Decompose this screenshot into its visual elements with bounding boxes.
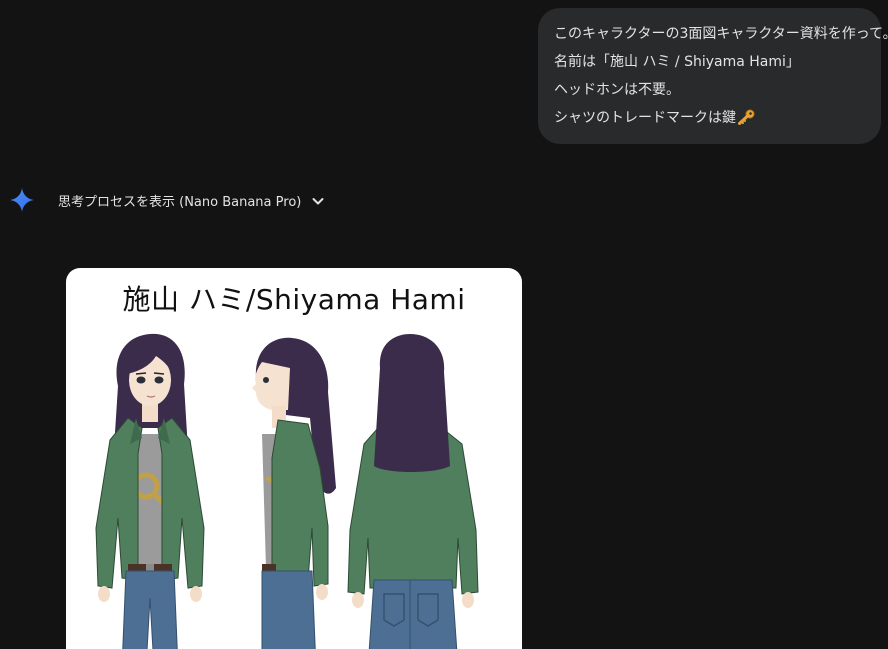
user-message-line-text: シャツのトレードマークは鍵 <box>554 110 736 126</box>
character-illustration <box>95 333 479 649</box>
show-thinking-toggle[interactable]: 思考プロセスを表示 (Nano Banana Pro) <box>58 189 325 211</box>
chevron-down-icon <box>311 193 325 207</box>
user-message-line: 名前は「施山 ハミ / Shiyama Hami」 <box>554 54 800 70</box>
side-view-figure <box>252 337 336 649</box>
key-emoji-icon <box>737 107 755 135</box>
generated-character-sheet-image[interactable]: 施山 ハミ/Shiyama Hami <box>66 268 522 649</box>
front-view-figure <box>95 333 205 649</box>
user-message-line: このキャラクターの3面図キャラクター資料を作って。 <box>554 26 888 42</box>
gemini-sparkle-icon <box>10 188 34 212</box>
user-message-bubble: このキャラクターの3面図キャラクター資料を作って。 名前は「施山 ハミ / Sh… <box>538 8 888 144</box>
chat-page: このキャラクターの3面図キャラクター資料を作って。 名前は「施山 ハミ / Sh… <box>0 0 888 649</box>
user-message-line: シャツのトレードマークは鍵 <box>554 104 867 135</box>
user-message-line: ヘッドホンは不要。 <box>554 82 680 98</box>
back-view-figure <box>347 334 479 649</box>
show-thinking-label: 思考プロセスを表示 (Nano Banana Pro) <box>58 194 302 210</box>
